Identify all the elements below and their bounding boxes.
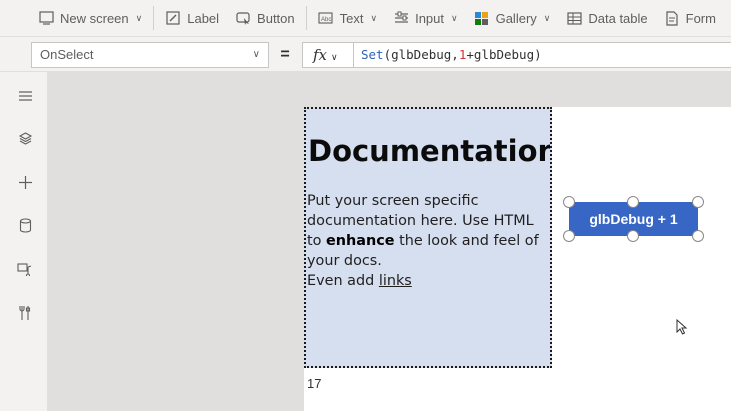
documentation-body: Put your screen specific documentation h… [307,191,550,291]
equals-sign: = [280,46,290,63]
documentation-panel[interactable]: Documentation Put your screen specific d… [304,107,552,368]
button-icon [235,10,251,26]
debug-counter-label: 17 [307,376,322,391]
media-button[interactable] [12,258,38,284]
layers-icon [18,131,33,151]
formula-args: (glbDebug, [383,47,459,62]
label-button[interactable]: Label [157,0,227,36]
resize-handle-top[interactable] [627,196,639,208]
chevron-down-icon: ∨ [370,12,378,23]
gallery-label: Gallery [495,10,537,26]
tree-view-button[interactable] [12,128,38,154]
data-table-button[interactable]: Data table [558,0,655,36]
ribbon-divider [153,6,155,30]
resize-handle-bottom[interactable] [627,230,639,242]
label-label: Label [187,10,220,26]
text-icon: Abc [318,10,334,26]
gallery-button[interactable]: Gallery ∨ [466,0,559,36]
new-screen-icon [38,10,54,26]
database-icon [19,218,32,238]
insert-ribbon: New screen ∨ Label Button Abc Text ∨ Inp… [0,0,731,36]
data-button[interactable] [12,215,38,241]
chevron-down-icon: ∨ [331,52,338,62]
mouse-pointer-icon [676,318,688,340]
formula-function: Set [361,47,384,62]
button-button[interactable]: Button [227,0,303,36]
gallery-icon [474,10,490,26]
resize-handle-bottom-left[interactable] [563,230,575,242]
fx-icon: fx [313,46,328,64]
new-screen-button[interactable]: New screen ∨ [30,0,150,36]
property-value: OnSelect [40,47,94,62]
property-dropdown[interactable]: OnSelect ∨ [31,42,269,68]
svg-text:Abc: Abc [321,17,331,23]
left-rail [0,72,48,411]
documentation-title: Documentation [308,134,552,168]
plus-icon [18,175,33,195]
button-label: Button [257,10,295,26]
documentation-text-3: Even add [307,273,379,289]
resize-handle-top-right[interactable] [692,196,704,208]
input-icon [393,10,409,26]
insert-button[interactable] [12,172,38,198]
chevron-down-icon: ∨ [543,12,551,23]
documentation-bold-text: enhance [326,233,395,249]
formula-input[interactable]: Set(glbDebug,1+glbDebug) [353,42,731,68]
documentation-link[interactable]: links [379,273,412,289]
chevron-down-icon: ∨ [252,49,260,60]
text-label: Text [339,10,364,26]
ribbon-divider [305,6,307,30]
data-table-label: Data table [588,10,648,26]
power-apps-studio: New screen ∨ Label Button Abc Text ∨ Inp… [0,0,731,411]
selected-control: glbDebug + 1 [563,196,704,242]
form-label: Form [685,10,716,26]
form-button[interactable]: Form [656,0,724,36]
input-button[interactable]: Input ∨ [385,0,466,36]
media-icon [17,262,33,281]
input-label: Input [415,10,444,26]
resize-handle-bottom-right[interactable] [692,230,704,242]
form-icon [664,10,680,26]
chevron-down-icon: ∨ [451,12,458,23]
tools-icon [18,305,32,326]
data-table-icon [566,10,582,26]
formula-bar: OnSelect ∨ = fx ∨ Set(glbDebug,1+glbDebug… [0,36,731,72]
label-icon [165,10,181,26]
formula-rest: +glbDebug) [466,47,542,62]
text-button[interactable]: Abc Text ∨ [310,0,385,36]
hamburger-menu-icon [18,89,33,107]
chevron-down-icon: ∨ [135,12,143,23]
resize-handle-top-left[interactable] [563,196,575,208]
advanced-tools-button[interactable] [12,302,38,328]
hamburger-menu-button[interactable] [12,85,38,111]
new-screen-label: New screen [60,10,129,26]
function-button[interactable]: fx ∨ [302,42,354,68]
